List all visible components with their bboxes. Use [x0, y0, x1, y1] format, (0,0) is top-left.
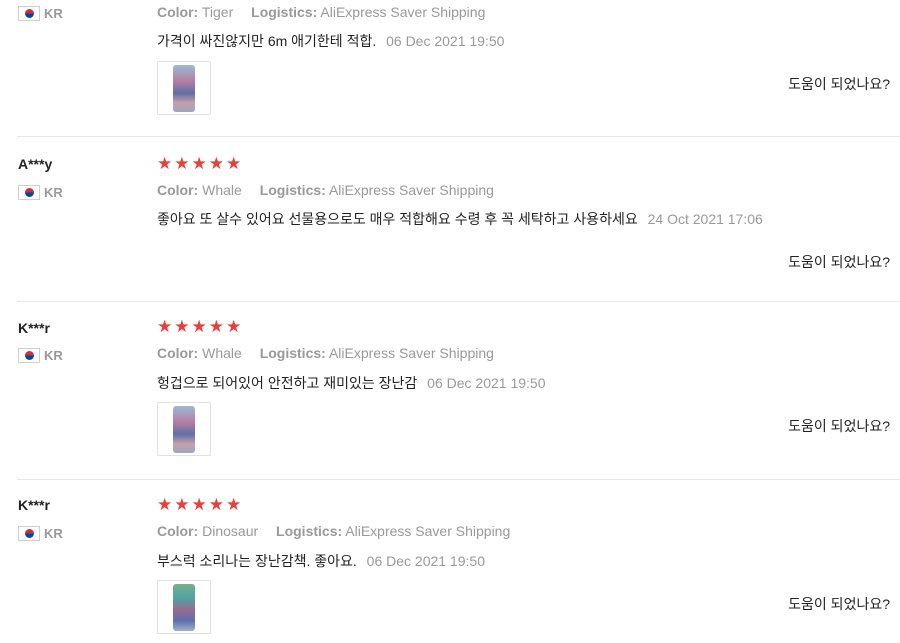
review-date: 24 Oct 2021 17:06 — [647, 211, 763, 227]
review-meta: Color: Whale Logistics: AliExpress Saver… — [157, 345, 508, 361]
korea-flag-icon — [18, 348, 40, 363]
reviewer-country: KR — [18, 526, 63, 541]
reviewer-name: K***r — [18, 497, 50, 513]
star-icon: ★ — [157, 495, 173, 514]
color-value: Dinosaur — [202, 523, 259, 539]
star-icon: ★ — [191, 154, 207, 173]
divider — [17, 136, 900, 137]
helpful-button[interactable]: 도움이 되었나요? — [788, 416, 890, 436]
star-icon: ★ — [208, 317, 224, 336]
color-label: Color: — [157, 4, 199, 20]
star-icon: ★ — [226, 154, 242, 173]
star-icon: ★ — [191, 495, 207, 514]
review-text-row: 가격이 싸진않지만 6m 애기한테 적합. 06 Dec 2021 19:50 — [157, 31, 504, 51]
color-value: Whale — [202, 182, 242, 198]
review-text: 부스럭 소리나는 장난감책. 좋아요. — [157, 553, 357, 569]
star-icon: ★ — [157, 154, 173, 173]
color-label: Color: — [157, 182, 199, 198]
review-text-row: 헝겁으로 되어있어 안전하고 재미있는 장난감 06 Dec 2021 19:5… — [157, 373, 546, 393]
star-icon: ★ — [208, 495, 224, 514]
color-value: Tiger — [201, 4, 234, 20]
star-rating: ★ ★ ★ ★ ★ — [157, 155, 241, 172]
logistics-label: Logistics: — [259, 345, 326, 361]
color-label: Color: — [157, 523, 199, 539]
review-text: 가격이 싸진않지만 6m 애기한테 적합. — [157, 33, 377, 49]
review-date: 06 Dec 2021 19:50 — [386, 33, 505, 49]
review-meta: Color: Whale Logistics: AliExpress Saver… — [157, 182, 508, 198]
review-text-row: 좋아요 또 살수 있어요 선물용으로도 매우 적합해요 수령 후 꼭 세탁하고 … — [157, 209, 763, 229]
logistics-value: AliExpress Saver Shipping — [345, 523, 511, 539]
reviewer-name: K***r — [18, 320, 50, 336]
review-date: 06 Dec 2021 19:50 — [366, 553, 485, 569]
review-meta: Color: Dinosaur Logistics: AliExpress Sa… — [157, 523, 524, 539]
logistics-label: Logistics: — [276, 523, 343, 539]
logistics-value: AliExpress Saver Shipping — [328, 345, 494, 361]
color-value: Whale — [202, 345, 242, 361]
logistics-label: Logistics: — [259, 182, 326, 198]
review-photo-thumbnail[interactable] — [157, 580, 211, 634]
review-text-row: 부스럭 소리나는 장난감책. 좋아요. 06 Dec 2021 19:50 — [157, 551, 485, 571]
star-icon: ★ — [174, 317, 190, 336]
star-rating: ★ ★ ★ ★ ★ — [157, 318, 241, 335]
logistics-label: Logistics: — [251, 4, 318, 20]
review-photo-thumbnail[interactable] — [157, 402, 211, 456]
star-icon: ★ — [174, 495, 190, 514]
reviewer-name: A***y — [18, 156, 53, 172]
star-icon: ★ — [191, 317, 207, 336]
reviewer-country: KR — [18, 185, 63, 200]
korea-flag-icon — [18, 185, 40, 200]
korea-flag-icon — [18, 526, 40, 541]
helpful-button[interactable]: 도움이 되었나요? — [788, 594, 890, 614]
review-photo-thumbnail[interactable] — [157, 61, 211, 115]
reviewer-country: KR — [18, 6, 63, 21]
helpful-button[interactable]: 도움이 되었나요? — [788, 74, 890, 94]
divider — [17, 479, 900, 480]
review-meta: Color: Tiger Logistics: AliExpress Saver… — [157, 4, 499, 20]
star-rating: ★ ★ ★ ★ ★ — [157, 496, 241, 513]
star-icon: ★ — [208, 154, 224, 173]
helpful-button[interactable]: 도움이 되었나요? — [788, 252, 890, 272]
star-icon: ★ — [226, 317, 242, 336]
review-text: 좋아요 또 살수 있어요 선물용으로도 매우 적합해요 수령 후 꼭 세탁하고 … — [157, 211, 638, 227]
color-label: Color: — [157, 345, 199, 361]
star-icon: ★ — [226, 495, 242, 514]
korea-flag-icon — [18, 6, 40, 21]
star-icon: ★ — [157, 317, 173, 336]
star-icon: ★ — [174, 154, 190, 173]
review-date: 06 Dec 2021 19:50 — [427, 375, 546, 391]
review-text: 헝겁으로 되어있어 안전하고 재미있는 장난감 — [157, 375, 418, 391]
divider — [17, 301, 900, 302]
reviewer-country: KR — [18, 348, 63, 363]
logistics-value: AliExpress Saver Shipping — [320, 4, 486, 20]
logistics-value: AliExpress Saver Shipping — [328, 182, 494, 198]
